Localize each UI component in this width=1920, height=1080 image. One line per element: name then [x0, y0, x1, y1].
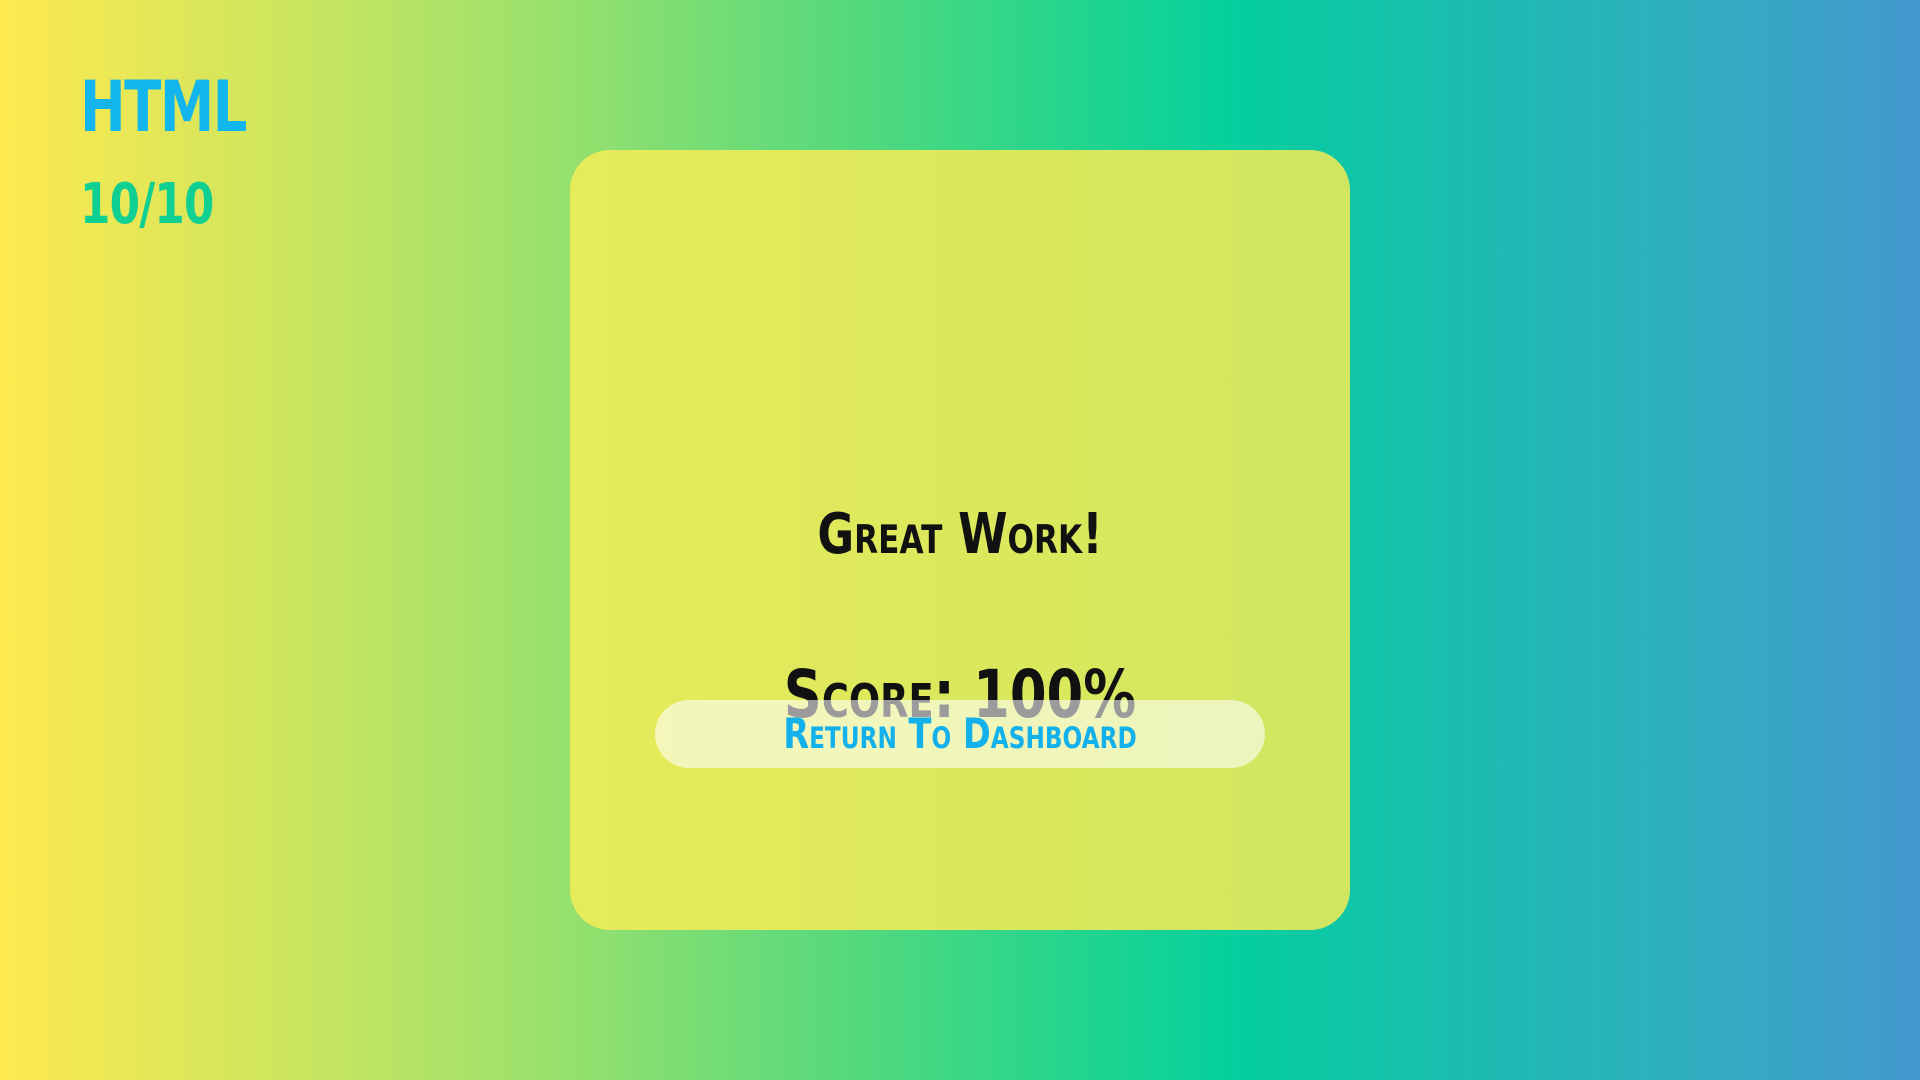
result-message: Great Work! — [817, 502, 1103, 567]
question-progress: 10/10 — [80, 172, 214, 237]
quiz-topic-title: HTML — [80, 66, 247, 148]
return-to-dashboard-button[interactable]: Return To Dashboard — [655, 700, 1265, 768]
return-to-dashboard-label: Return To Dashboard — [783, 709, 1137, 758]
result-card: Great Work! Score: 100% Return To Dashbo… — [570, 150, 1350, 930]
